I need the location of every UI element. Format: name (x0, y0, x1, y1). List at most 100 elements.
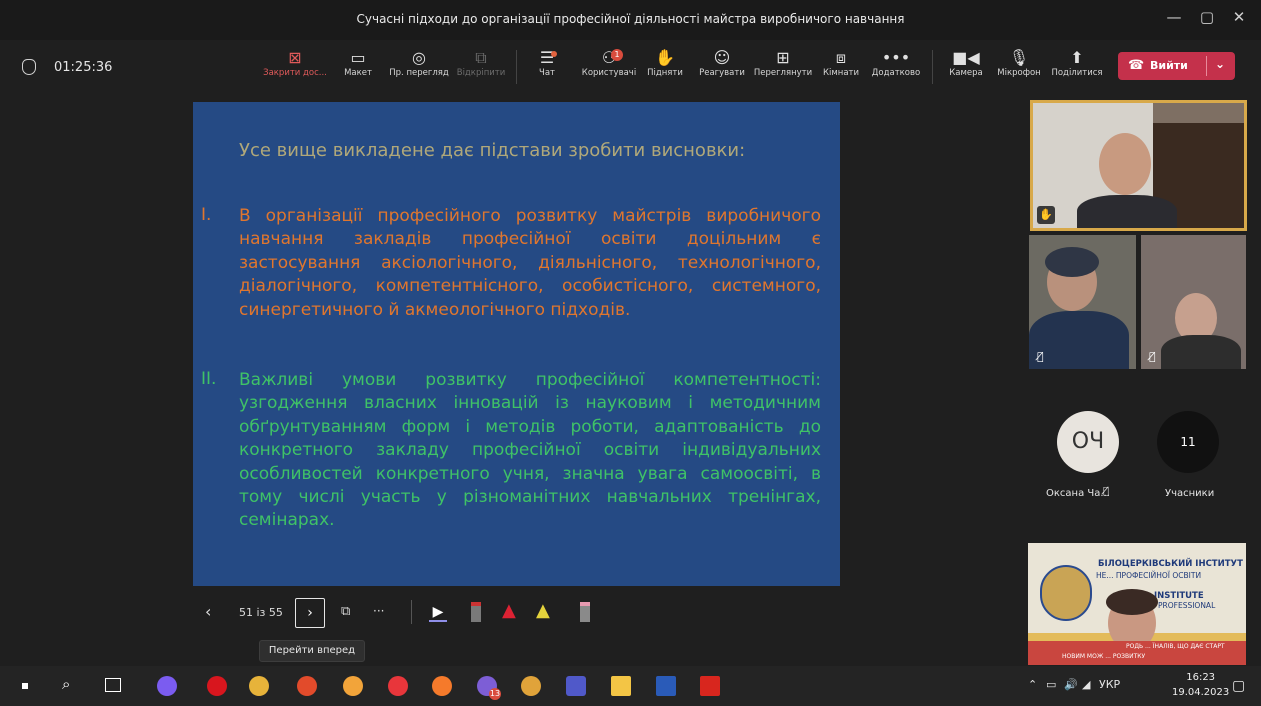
smiley-icon: ☺ (713, 48, 731, 67)
browser-icon[interactable] (297, 676, 317, 696)
viber-badge: 13 (489, 688, 501, 700)
window-title: Сучасні підходи до організації професійн… (356, 12, 905, 26)
camera-icon: ■◀ (952, 48, 980, 67)
rooms-button[interactable]: ⧈ Кімнати (819, 48, 863, 78)
highlighter-icon[interactable]: ▲ (536, 600, 550, 621)
eye-app-icon[interactable] (249, 676, 269, 696)
participant-figure (1045, 247, 1099, 277)
participants-count-button[interactable]: 11 (1157, 411, 1219, 473)
view-button[interactable]: ⊞ Переглянути (751, 48, 815, 78)
alice-icon[interactable] (157, 676, 177, 696)
close-share-icon: ⊠ (288, 48, 302, 67)
slide-item-text: В організації професійного розвитку майс… (239, 206, 821, 320)
next-slide-tooltip: Перейти вперед (259, 640, 365, 662)
camera-button[interactable]: ■◀ Камера (944, 48, 988, 78)
hand-icon: ✋ (655, 48, 675, 67)
raised-hand-icon: ✋ (1037, 206, 1055, 224)
slide-item-text: Важливі умови розвитку професійної компе… (239, 370, 821, 531)
banner-text: РОДЬ ... ЇНАЛІВ, ЩО ДАЄ СТАРТ (1126, 643, 1225, 650)
share-icon: ⬆ (1070, 48, 1084, 67)
chrome-icon[interactable] (521, 676, 541, 696)
leave-divider (1206, 56, 1207, 76)
close-window-button[interactable]: ✕ (1225, 8, 1253, 26)
mic-button[interactable]: 🎙 Мікрофон (992, 48, 1046, 78)
chrome-icon[interactable] (343, 676, 363, 696)
pop-out-icon: ⧉ (475, 48, 487, 67)
raise-hand-button[interactable]: ✋ Підняти (645, 48, 685, 78)
leave-button[interactable]: ☎ Вийти ⌄ (1118, 52, 1235, 80)
slides-grid-icon[interactable]: ⧉ (341, 604, 350, 619)
institute-logo (1040, 565, 1092, 621)
shared-slide: Усе вище викладене дає підстави зробити … (193, 102, 840, 586)
slide-navigation: ‹ 51 із 55 › ⧉ ··· ▶ ▲ ▲ (193, 596, 613, 630)
slide-counter: 51 із 55 (239, 606, 283, 619)
participant-figure (1099, 133, 1151, 195)
people-button[interactable]: ⚇ 1 Користувачі (578, 48, 640, 78)
opera-icon[interactable] (207, 676, 227, 696)
participants-label: Учасники (1165, 488, 1215, 499)
participant-figure (1029, 311, 1129, 369)
mic-off-icon: 🎙̸ (1103, 486, 1110, 497)
slide-item-number: II. (201, 369, 217, 389)
title-bar: Сучасні підходи до організації професійн… (0, 0, 1261, 40)
layout-button[interactable]: ▭ Макет (338, 48, 378, 78)
more-options-icon[interactable]: ··· (373, 604, 384, 618)
maximize-button[interactable]: ▢ (1193, 8, 1221, 26)
chat-button[interactable]: ☰ Чат (532, 48, 562, 78)
file-explorer-icon[interactable] (611, 676, 631, 696)
banner-text: INSTITUTE (1154, 591, 1204, 601)
toolbar-divider (932, 50, 933, 84)
windows-taskbar: ⌕ 13 ⌃ ▭ 🔊 ◢ УКР 16:23 19.04.2023 ▢ (0, 666, 1261, 706)
pointer-tool-icon[interactable]: ▶ (429, 604, 447, 622)
close-share-button[interactable]: ⊠ Закрити дос... (258, 48, 332, 78)
word-icon[interactable] (656, 676, 676, 696)
notifications-icon[interactable]: ▢ (1232, 678, 1245, 694)
nav-divider (411, 600, 412, 624)
presenter-view-button[interactable]: ◎ Пр. перегляд (384, 48, 454, 78)
presenter-video[interactable]: БІЛОЦЕРКІВСЬКИЙ ІНСТИТУТ НЕ... ПРОФЕСІЙН… (1028, 543, 1246, 665)
pop-out-button[interactable]: ⧉ Відкріпити (455, 48, 507, 78)
yandex-icon[interactable] (388, 676, 408, 696)
banner-text: НОВИМ МОЖ ... РОЗВИТКУ (1062, 653, 1146, 660)
shield-icon (22, 59, 36, 75)
slide-heading: Усе вище викладене дає підстави зробити … (239, 140, 746, 161)
react-button[interactable]: ☺ Реагувати (696, 48, 748, 78)
chevron-down-icon[interactable]: ⌄ (1215, 57, 1225, 71)
task-view-icon[interactable] (105, 678, 121, 692)
pen-icon[interactable]: ▲ (502, 600, 516, 621)
active-speaker-video[interactable]: ✋ (1030, 100, 1247, 231)
minimize-button[interactable]: — (1160, 8, 1188, 26)
taskbar-clock[interactable]: 16:23 19.04.2023 (1172, 670, 1229, 700)
banner-text: PROFESSIONAL (1158, 601, 1216, 610)
language-indicator[interactable]: УКР (1099, 678, 1120, 691)
rooms-icon: ⧈ (835, 48, 847, 67)
people-badge: 1 (611, 49, 623, 61)
participant-video[interactable]: 🎙̸ (1029, 235, 1136, 369)
participant-name: Оксана Ча... (1046, 488, 1110, 499)
meeting-timer: 01:25:36 (54, 60, 113, 75)
eraser-icon[interactable] (580, 602, 590, 622)
participant-video[interactable]: 🎙̸ (1141, 235, 1246, 369)
chat-notification-dot (551, 51, 557, 57)
tray-chevron-icon[interactable]: ⌃ (1028, 678, 1037, 691)
mic-icon: 🎙 (1008, 48, 1030, 67)
more-icon: ••• (881, 48, 911, 67)
next-slide-button[interactable]: › (295, 598, 325, 628)
share-button[interactable]: ⬆ Поділитися (1048, 48, 1106, 78)
red-laser-pen-icon[interactable] (471, 602, 481, 622)
participant-avatar[interactable]: ОЧ (1057, 411, 1119, 473)
search-icon[interactable]: ⌕ (62, 675, 70, 693)
mic-off-icon: 🎙̸ (1037, 350, 1044, 363)
acrobat-icon[interactable] (700, 676, 720, 696)
banner-text: БІЛОЦЕРКІВСЬКИЙ ІНСТИТУТ (1098, 559, 1243, 569)
volume-icon[interactable]: 🔊 (1064, 678, 1078, 691)
banner-text: НЕ... ПРОФЕСІЙНОЇ ОСВІТИ (1096, 571, 1202, 580)
meeting-toolbar: 01:25:36 ⊠ Закрити дос... ▭ Макет ◎ Пр. … (0, 40, 1261, 96)
network-icon[interactable]: ▭ (1046, 678, 1056, 691)
more-button[interactable]: ••• Додатково (868, 48, 924, 78)
wifi-icon[interactable]: ◢ (1082, 678, 1090, 691)
teams-icon[interactable] (566, 676, 586, 696)
firefox-icon[interactable] (432, 676, 452, 696)
previous-slide-button[interactable]: ‹ (205, 602, 211, 621)
windows-start-icon[interactable] (18, 679, 32, 693)
